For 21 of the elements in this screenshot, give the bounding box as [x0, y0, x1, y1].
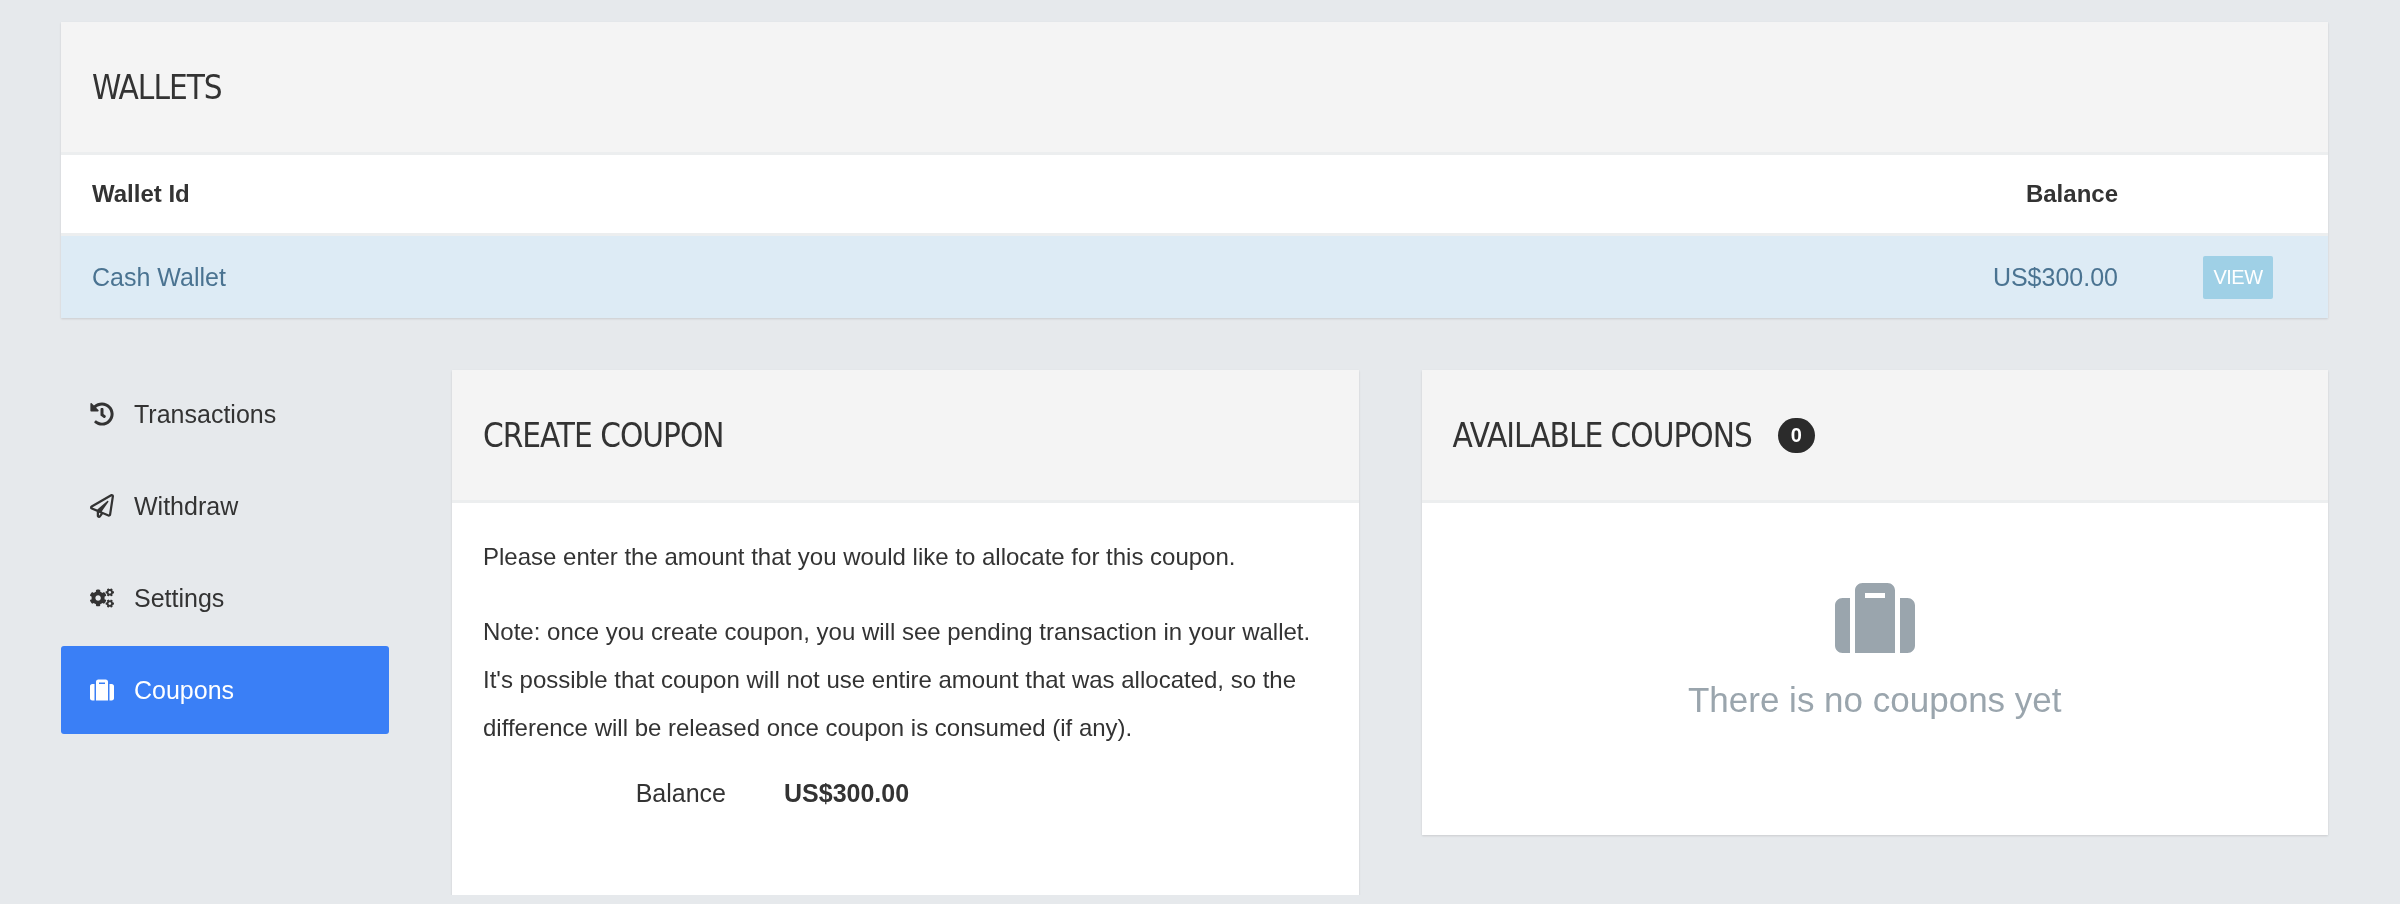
table-cell-text: US$300.00: [1991, 262, 2118, 292]
history-icon: [90, 402, 114, 426]
card-title: AVAILABLE COUPONS: [1452, 415, 1752, 455]
sidebar-item[interactable]: Coupons: [61, 646, 389, 734]
table-cell-text: Cash Wallet: [92, 262, 227, 292]
balance-label: Balance: [634, 779, 726, 808]
paper-plane-icon: [90, 494, 114, 518]
sidebar-item[interactable]: Transactions: [61, 370, 389, 458]
paragraph: Note: once you create coupon, you will see pending transaction in your wallet. It's possible that coupon will not use entire amount that was allocated, so the difference will be released once coupon is consumed (if any).: [483, 617, 1312, 743]
paragraph: Please enter the amount that you would like to allocate for this coupon.: [483, 542, 1237, 572]
empty-message: There is no coupons yet: [1687, 680, 2062, 720]
card-title: CREATE COUPON: [483, 415, 724, 455]
card-title: WALLETS: [92, 67, 222, 107]
column-header: Balance: [2024, 180, 2118, 208]
count-badge: 0: [1777, 417, 1815, 453]
column-header: Wallet Id: [92, 180, 191, 208]
balance-value: US$300.00: [784, 779, 910, 808]
sidebar-item[interactable]: Settings: [61, 554, 389, 642]
gears-icon: [90, 586, 114, 610]
sidebar-item[interactable]: Withdraw: [61, 462, 389, 550]
suitcase-icon: [90, 678, 114, 702]
